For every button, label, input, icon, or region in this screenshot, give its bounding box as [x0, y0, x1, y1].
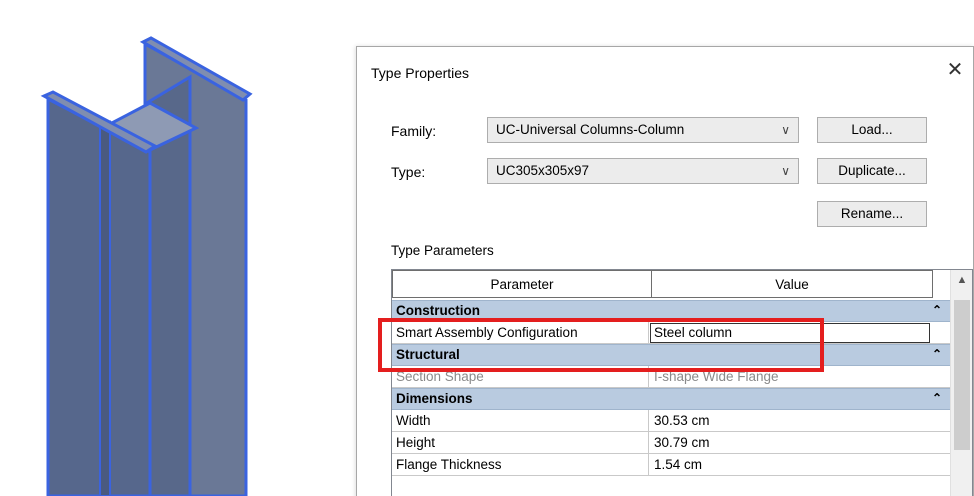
load-button[interactable]: Load...: [817, 117, 927, 143]
property-name: Flange Thickness: [396, 457, 502, 472]
type-dropdown-value: UC305x305x97: [496, 163, 590, 178]
group-row-structural[interactable]: Structural ⌃: [392, 344, 950, 366]
chevron-down-icon: ∨: [781, 164, 790, 178]
close-icon[interactable]: ✕: [944, 59, 966, 81]
grid-header: Parameter Value: [392, 270, 952, 300]
property-name: Smart Assembly Configuration: [396, 325, 578, 340]
property-row-width[interactable]: Width 30.53 cm: [392, 410, 950, 432]
property-row-height[interactable]: Height 30.79 cm: [392, 432, 950, 454]
property-name: Section Shape: [396, 369, 484, 384]
double-chevron-up-icon[interactable]: ⌃: [932, 303, 942, 317]
column-header-value[interactable]: Value: [651, 270, 933, 298]
scroll-up-arrow-icon[interactable]: ▲: [951, 274, 972, 286]
family-dropdown[interactable]: UC-Universal Columns-Column ∨: [487, 117, 799, 143]
property-value[interactable]: 30.79 cm: [654, 435, 710, 450]
column-divider: [648, 366, 649, 388]
column-divider: [648, 322, 649, 344]
property-value-input[interactable]: Steel column: [650, 323, 930, 343]
property-name: Width: [396, 413, 431, 428]
steel-column-3d-view[interactable]: [0, 0, 352, 496]
rename-button[interactable]: Rename...: [817, 201, 927, 227]
type-parameters-label: Type Parameters: [391, 243, 494, 258]
double-chevron-up-icon[interactable]: ⌃: [932, 347, 942, 361]
dialog-title: Type Properties: [371, 65, 470, 81]
double-chevron-up-icon[interactable]: ⌃: [932, 391, 942, 405]
property-row-section-shape: Section Shape I-shape Wide Flange: [392, 366, 950, 388]
column-divider: [648, 454, 649, 476]
scrollbar-thumb[interactable]: [954, 300, 970, 450]
screenshot-canvas: Type Properties ✕ Family: UC-Universal C…: [0, 0, 974, 496]
column-header-parameter[interactable]: Parameter: [392, 270, 652, 298]
property-value[interactable]: 30.53 cm: [654, 413, 710, 428]
vertical-scrollbar[interactable]: ▲: [950, 270, 972, 496]
group-row-construction[interactable]: Construction ⌃: [392, 300, 950, 322]
chevron-down-icon: ∨: [781, 123, 790, 137]
column-divider: [648, 432, 649, 454]
group-label: Dimensions: [396, 391, 473, 406]
type-dropdown[interactable]: UC305x305x97 ∨: [487, 158, 799, 184]
type-parameters-grid[interactable]: Parameter Value Construction ⌃ Smart Ass…: [391, 269, 973, 496]
family-label: Family:: [391, 123, 437, 139]
group-row-dimensions[interactable]: Dimensions ⌃: [392, 388, 950, 410]
property-value: I-shape Wide Flange: [654, 369, 779, 384]
duplicate-button[interactable]: Duplicate...: [817, 158, 927, 184]
property-row-smart-assembly[interactable]: Smart Assembly Configuration Steel colum…: [392, 322, 950, 344]
front-flange-edge: [99, 120, 111, 496]
type-label: Type:: [391, 164, 426, 180]
property-row-flange-thickness[interactable]: Flange Thickness 1.54 cm: [392, 454, 950, 476]
group-label: Construction: [396, 303, 480, 318]
group-label: Structural: [396, 347, 460, 362]
column-divider: [648, 410, 649, 432]
type-properties-dialog: Type Properties ✕ Family: UC-Universal C…: [356, 46, 974, 496]
property-name: Height: [396, 435, 436, 450]
property-value[interactable]: 1.54 cm: [654, 457, 702, 472]
family-dropdown-value: UC-Universal Columns-Column: [496, 122, 685, 137]
